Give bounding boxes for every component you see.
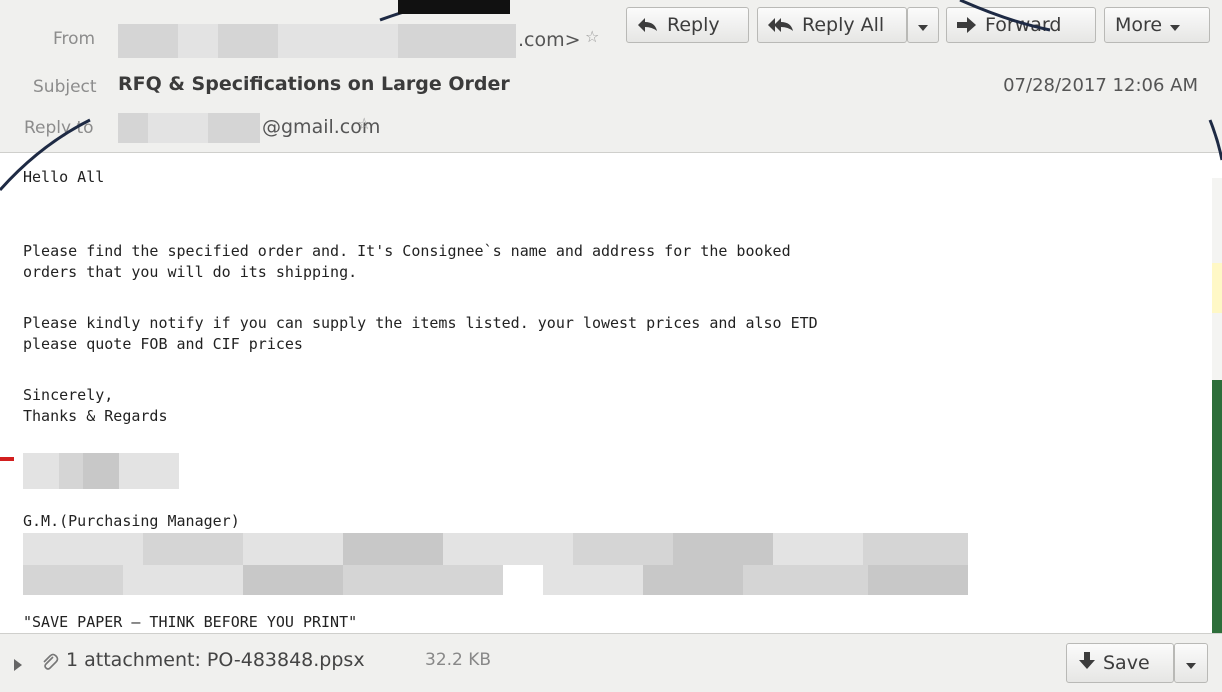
forward-label: Forward [985,14,1062,36]
star-outline-icon[interactable]: ☆ [585,27,599,46]
reply-label: Reply [667,14,720,36]
message-date: 07/28/2017 12:06 AM [1003,75,1198,96]
more-button[interactable]: More [1104,7,1210,43]
chevron-down-icon [1186,654,1196,673]
body-line: "SAVE PAPER – THINK BEFORE YOU PRINT" [23,613,358,631]
save-label: Save [1103,652,1150,674]
more-label: More [1115,14,1163,36]
subject-text: RFQ & Specifications on Large Order [118,73,510,95]
attachment-size: 32.2 KB [425,650,492,670]
attachment-bar: 1 attachment: PO-483848.ppsx 32.2 KB Sav… [0,633,1222,692]
body-line: Sincerely, [23,386,114,404]
reply-button[interactable]: Reply [626,7,749,43]
reply-all-label: Reply All [802,14,885,36]
save-dropdown-button[interactable] [1174,643,1208,683]
chevron-down-icon [918,14,928,36]
body-line: please quote FOB and CIF prices [23,335,303,353]
paperclip-icon [40,653,60,677]
download-arrow-icon [1079,651,1095,675]
forward-button[interactable]: Forward [946,7,1096,43]
chevron-down-icon [1170,14,1181,36]
message-body: Hello All Please find the specified orde… [0,153,1222,631]
forward-arrow-icon [957,17,977,33]
triangle-right-icon[interactable] [14,656,22,675]
attachment-name[interactable]: 1 attachment: PO-483848.ppsx [66,649,365,671]
reply-all-dropdown-button[interactable] [907,7,939,43]
save-attachment-button[interactable]: Save [1066,643,1174,683]
from-label: From [53,29,96,49]
reply-all-button[interactable]: Reply All [757,7,907,43]
body-line: Please find the specified order and. It'… [23,242,791,260]
star-outline-icon[interactable]: ☆ [357,114,371,133]
body-line: orders that you will do its shipping. [23,263,358,281]
body-line: G.M.(Purchasing Manager) [23,512,240,530]
subject-label: Subject [33,77,97,97]
body-line: Please kindly notify if you can supply t… [23,314,818,332]
reply-to-label: Reply to [24,118,94,138]
body-line: Thanks & Regards [23,407,168,425]
from-domain[interactable]: .com> [518,29,581,51]
reply-all-arrow-icon [768,17,794,33]
message-header: From .com> ☆ Reply Reply All Forward Mor… [0,0,1222,153]
reply-arrow-icon [637,17,659,33]
body-line: Hello All [23,168,105,186]
